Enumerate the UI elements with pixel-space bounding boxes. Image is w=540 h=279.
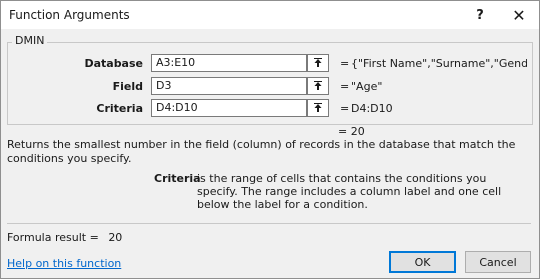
function-arguments-dialog: Function Arguments ? ✕ DMIN Database A3:…: [0, 0, 540, 279]
criteria-label: Criteria: [96, 102, 143, 115]
dialog-title: Function Arguments: [9, 8, 130, 22]
database-label: Database: [84, 57, 143, 70]
field-label: Field: [112, 80, 143, 93]
formula-result: Formula result = 20: [7, 231, 122, 244]
ok-button[interactable]: OK: [389, 251, 456, 273]
function-name: DMIN: [12, 34, 48, 47]
criteria-input[interactable]: D4:D10: [151, 99, 307, 117]
function-result-value: 20: [350, 125, 365, 138]
database-input[interactable]: A3:E10: [151, 54, 307, 72]
help-icon: ?: [476, 7, 484, 23]
database-equals: =: [340, 57, 350, 70]
formula-result-label: Formula result =: [7, 231, 99, 244]
help-button[interactable]: ?: [462, 1, 498, 29]
collapse-dialog-icon: [314, 81, 322, 90]
collapse-dialog-icon: [314, 103, 322, 112]
function-description: Returns the smallest number in the field…: [7, 138, 516, 165]
criteria-collapse-button[interactable]: [307, 99, 329, 117]
collapse-dialog-icon: [314, 58, 322, 67]
cancel-button[interactable]: Cancel: [465, 251, 531, 273]
parameter-description: is the range of cells that contains the …: [197, 172, 502, 211]
criteria-equals: =: [340, 102, 350, 115]
help-on-function-link[interactable]: Help on this function: [7, 257, 121, 270]
formula-result-value: 20: [108, 231, 123, 244]
function-result: = 20: [338, 125, 365, 138]
field-value: "Age": [351, 80, 383, 93]
criteria-value: D4:D10: [351, 102, 393, 115]
database-collapse-button[interactable]: [307, 54, 329, 72]
field-collapse-button[interactable]: [307, 77, 329, 95]
field-equals: =: [340, 80, 350, 93]
field-input[interactable]: D3: [151, 77, 307, 95]
title-bar: Function Arguments ? ✕: [1, 1, 539, 29]
database-value: {"First Name","Surname","Gender","...: [351, 57, 527, 70]
close-button[interactable]: ✕: [501, 1, 537, 29]
close-icon: ✕: [512, 5, 526, 25]
parameter-name: Criteria: [154, 172, 201, 185]
separator: [7, 223, 531, 224]
